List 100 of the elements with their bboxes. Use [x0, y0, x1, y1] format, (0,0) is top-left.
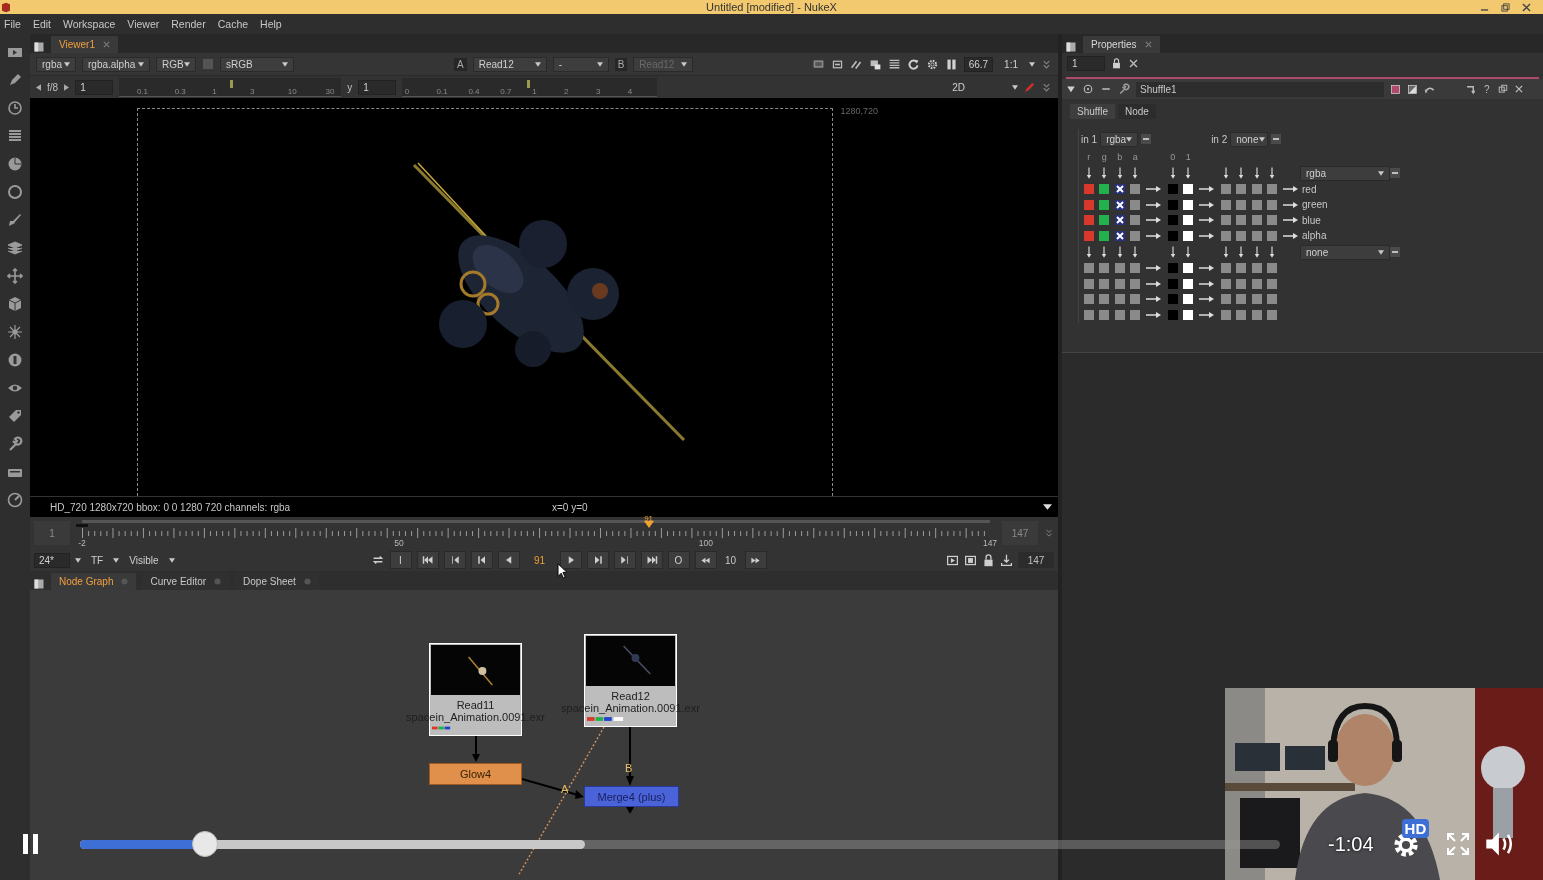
chevrons-icon[interactable] [1041, 58, 1052, 70]
viewer-tab[interactable]: Viewer1 [51, 36, 118, 53]
loop-icon[interactable] [370, 553, 385, 567]
frame-range-dropdown[interactable]: Visible [124, 552, 164, 568]
channel-toggle[interactable] [1114, 263, 1125, 274]
in-point-marker[interactable] [76, 524, 88, 527]
channel-toggle[interactable] [1236, 184, 1247, 195]
zoom-field[interactable]: 66.7 [963, 56, 994, 72]
redo-icon[interactable] [1465, 83, 1476, 95]
channel-toggle[interactable] [1251, 294, 1262, 305]
float-icon[interactable] [1497, 84, 1508, 94]
menu-item[interactable]: Edit [32, 18, 51, 30]
chevrons-icon[interactable] [1041, 81, 1052, 93]
channel-toggle[interactable] [1220, 184, 1231, 195]
channel-toggle[interactable] [1167, 215, 1178, 226]
skip-start-icon[interactable] [421, 554, 434, 566]
triangle-down-icon[interactable] [1043, 504, 1052, 510]
channel-toggle[interactable] [1167, 199, 1178, 210]
remove-button[interactable] [1141, 134, 1152, 144]
tag-icon[interactable] [7, 408, 23, 424]
dropdown[interactable]: sRGB [220, 56, 294, 72]
channel-toggle[interactable] [1167, 278, 1178, 289]
lock-icon[interactable] [982, 553, 995, 567]
max-panels-field[interactable]: 1 [1067, 55, 1105, 71]
channel-toggle[interactable] [1130, 199, 1141, 210]
help-button[interactable]: ? [1482, 83, 1492, 95]
channel-toggle[interactable] [1220, 230, 1231, 241]
channel-toggle[interactable] [1099, 263, 1110, 274]
channel-toggle[interactable] [1130, 294, 1141, 305]
properties-tab[interactable]: Properties [1083, 36, 1160, 53]
channel-toggle[interactable] [1167, 309, 1178, 320]
channel-toggle[interactable] [1236, 278, 1247, 289]
channel-toggle[interactable] [1183, 278, 1194, 289]
channel-toggle[interactable] [1267, 184, 1278, 195]
refresh-icon[interactable] [906, 57, 920, 71]
download-icon[interactable] [1000, 553, 1013, 567]
dropdown[interactable]: RGB [156, 56, 196, 72]
channel-toggle[interactable] [1267, 199, 1278, 210]
channel-toggle[interactable] [1251, 278, 1262, 289]
pause-button[interactable] [22, 833, 40, 855]
channel-toggle[interactable] [1130, 215, 1141, 226]
dropdown[interactable]: rgba [1300, 165, 1390, 181]
channel-toggle[interactable] [1220, 278, 1231, 289]
settings-icon[interactable] [1118, 83, 1130, 95]
channel-toggle[interactable] [1114, 199, 1125, 210]
channel-toggle[interactable] [1236, 263, 1247, 274]
channel-toggle[interactable] [1114, 309, 1125, 320]
gain-field[interactable]: 1 [75, 79, 114, 95]
lines-icon[interactable] [887, 57, 901, 71]
channel-toggle[interactable] [1099, 199, 1110, 210]
channel-toggle[interactable] [1099, 294, 1110, 305]
last-frame-field[interactable]: 147 [1018, 552, 1054, 568]
channel-toggle[interactable] [1083, 215, 1094, 226]
increment-field[interactable]: 10 [721, 554, 740, 566]
channel-toggle[interactable] [1130, 230, 1141, 241]
ball-icon[interactable] [7, 156, 23, 172]
gauge-icon[interactable] [7, 352, 23, 368]
channel-toggle[interactable] [1130, 184, 1141, 195]
channel-toggle[interactable] [1099, 278, 1110, 289]
channel-toggle[interactable] [1083, 263, 1094, 274]
channel-toggle[interactable] [1267, 309, 1278, 320]
dropdown[interactable]: none [1230, 131, 1269, 147]
channel-toggle[interactable] [1251, 215, 1262, 226]
remove-button[interactable] [1390, 247, 1400, 257]
lines-icon[interactable] [7, 128, 23, 144]
channel-toggle[interactable] [1267, 230, 1278, 241]
channel-toggle[interactable] [1083, 230, 1094, 241]
pen-icon[interactable] [7, 72, 23, 88]
dropdown[interactable]: - [552, 56, 609, 72]
channel-toggle[interactable] [1183, 199, 1194, 210]
channel-toggle[interactable] [1114, 278, 1125, 289]
dropdown[interactable]: rgba [1100, 131, 1139, 147]
menu-item[interactable]: Cache [217, 18, 249, 30]
channel-toggle[interactable] [1251, 263, 1262, 274]
channel-toggle[interactable] [1236, 199, 1247, 210]
channel-toggle[interactable] [1099, 184, 1110, 195]
gamma-slider[interactable]: 0 0.1 0.4 0.7 1 2 3 4 [402, 77, 658, 97]
channel-toggle[interactable] [1220, 309, 1231, 320]
menu-item[interactable]: Help [260, 18, 282, 30]
channel-toggle[interactable] [1220, 294, 1231, 305]
channel-toggle[interactable] [1114, 294, 1125, 305]
channel-toggle[interactable] [1220, 199, 1231, 210]
monitor-icon[interactable] [811, 57, 825, 71]
panel-icon[interactable] [1065, 41, 1077, 53]
channel-toggle[interactable] [1099, 230, 1110, 241]
panel-tab[interactable]: Node Graph [51, 573, 137, 590]
channel-toggle[interactable] [1251, 199, 1262, 210]
next-key-icon[interactable] [618, 554, 631, 566]
close-icon[interactable] [1128, 57, 1139, 69]
fps-dropdown[interactable]: 24* [34, 552, 70, 568]
clock-icon[interactable] [7, 100, 23, 116]
channel-toggle[interactable] [1130, 309, 1141, 320]
remove-button[interactable] [1390, 168, 1400, 178]
dropdown[interactable]: rgba.alpha [82, 56, 150, 72]
brush-icon[interactable] [7, 212, 23, 228]
dropdown[interactable]: Read12 [472, 56, 547, 72]
channel-toggle[interactable] [1114, 215, 1125, 226]
step-backward-icon[interactable] [475, 554, 488, 566]
channel-toggle[interactable] [1183, 215, 1194, 226]
remove-button[interactable] [1271, 134, 1282, 144]
